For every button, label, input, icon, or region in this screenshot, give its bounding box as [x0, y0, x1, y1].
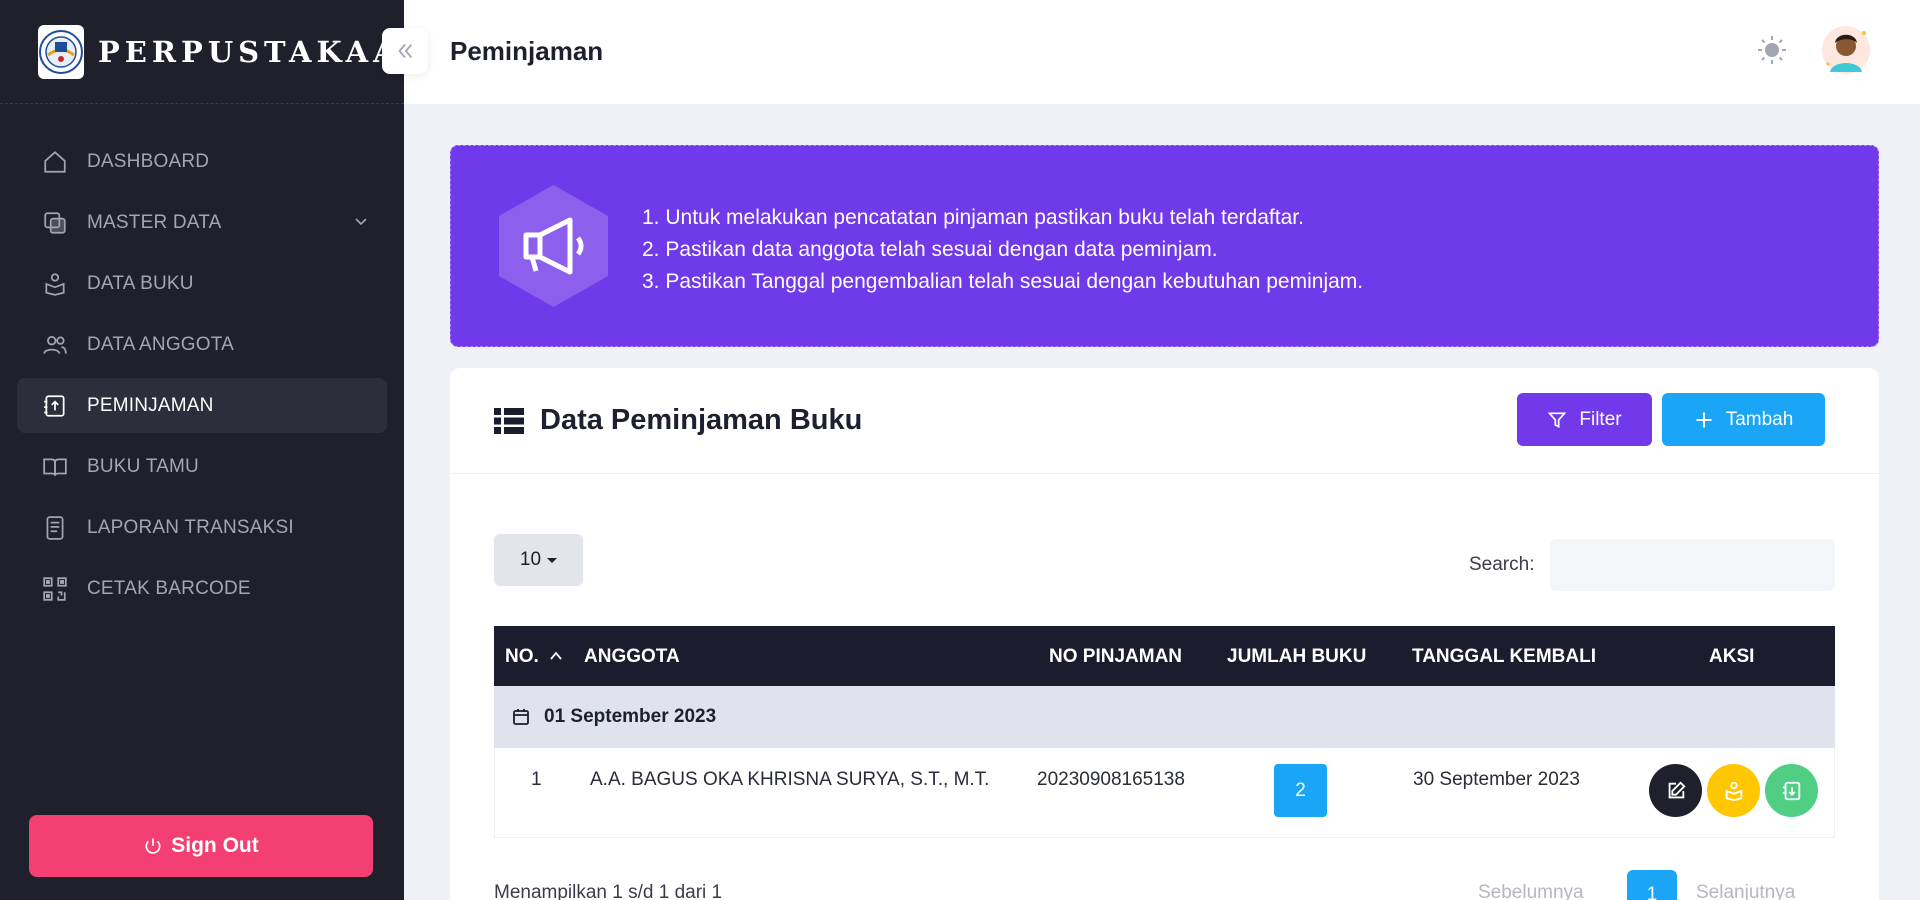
caret-down-icon — [547, 557, 558, 563]
sidebar-item-label: BUKU TAMU — [87, 455, 199, 477]
calendar-icon — [513, 709, 529, 725]
book-reader-icon — [1725, 781, 1742, 801]
upload-doc-icon — [41, 392, 69, 420]
edit-icon — [1668, 780, 1686, 798]
sidebar-item-label: DATA ANGGOTA — [87, 333, 235, 355]
column-header-no[interactable]: NO. — [505, 646, 539, 668]
loan-table: NO. ANGGOTA NO PINJAMAN JUMLAH BUKU TANG… — [494, 626, 1835, 838]
sign-out-label: Sign Out — [171, 834, 259, 857]
cell-no: 1 — [531, 769, 542, 790]
cell-no-pinjaman: 20230908165138 — [1037, 769, 1185, 790]
filter-label: Filter — [1579, 408, 1622, 430]
megaphone-icon — [496, 183, 611, 314]
edit-button[interactable] — [1649, 764, 1702, 817]
filter-icon — [1548, 412, 1567, 428]
filter-button[interactable]: Filter — [1517, 393, 1652, 446]
library-logo — [38, 24, 84, 79]
pagination-previous[interactable]: Sebelumnya — [1478, 882, 1584, 900]
double-chevron-left-icon — [398, 43, 413, 59]
page-title: Peminjaman — [450, 36, 604, 66]
sidebar-item-laporan-transaksi[interactable]: LAPORAN TRANSAKSI — [17, 500, 387, 555]
table-header: NO. ANGGOTA NO PINJAMAN JUMLAH BUKU TANG… — [494, 626, 1835, 686]
qrcode-icon — [41, 575, 69, 603]
banner-note: 3. Pastikan Tanggal pengembalian telah s… — [642, 270, 1364, 293]
chevron-down-icon — [353, 213, 369, 235]
column-header-anggota[interactable]: ANGGOTA — [584, 646, 680, 668]
sign-out-button[interactable]: Sign Out — [29, 815, 373, 877]
open-book-icon — [41, 453, 69, 481]
card-title-text: Data Peminjaman Buku — [540, 404, 863, 436]
list-icon — [494, 407, 524, 434]
book-detail-button[interactable] — [1707, 764, 1760, 817]
sidebar-nav: DASHBOARD MASTER DATA DATA BUKU DATA ANG… — [0, 104, 404, 616]
layers-icon — [41, 209, 69, 237]
sidebar-item-buku-tamu[interactable]: BUKU TAMU — [17, 439, 387, 494]
date-group-row: 01 September 2023 — [494, 686, 1835, 748]
brand: PERPUSTAKAAN — [0, 0, 427, 104]
banner-note: 1. Untuk melakukan pencatatan pinjaman p… — [642, 206, 1304, 229]
sidebar-item-label: PEMINJAMAN — [87, 394, 214, 416]
table-row: 1 A.A. BAGUS OKA KHRISNA SURYA, S.T., M.… — [494, 748, 1835, 838]
sidebar-item-label: CETAK BARCODE — [87, 577, 251, 599]
sidebar-item-label: DASHBOARD — [87, 150, 210, 172]
search-label: Search: — [1469, 554, 1535, 575]
sun-icon[interactable] — [1756, 34, 1788, 71]
sidebar-item-master-data[interactable]: MASTER DATA — [17, 195, 387, 250]
group-date: 01 September 2023 — [544, 706, 717, 727]
banner-notes: 1. Untuk melakukan pencatatan pinjaman p… — [642, 202, 1363, 298]
cell-anggota: A.A. BAGUS OKA KHRISNA SURYA, S.T., M.T. — [590, 769, 990, 790]
add-label: Tambah — [1725, 408, 1794, 430]
table-info: Menampilkan 1 s/d 1 dari 1 — [494, 882, 723, 900]
card-title: Data Peminjaman Buku — [494, 404, 862, 437]
book-reader-icon — [41, 270, 69, 298]
pagination-page-1[interactable]: 1 — [1627, 870, 1677, 900]
book-count-badge[interactable]: 2 — [1274, 764, 1327, 817]
sort-up-icon — [550, 651, 562, 660]
page-length-value: 10 — [519, 549, 542, 570]
sidebar-item-label: LAPORAN TRANSAKSI — [87, 516, 294, 538]
sidebar-item-label: MASTER DATA — [87, 211, 222, 233]
cell-tanggal-kembali: 30 September 2023 — [1413, 769, 1580, 790]
sidebar-item-dashboard[interactable]: DASHBOARD — [17, 134, 387, 189]
sidebar-item-data-anggota[interactable]: DATA ANGGOTA — [17, 317, 387, 372]
page-length-select[interactable]: 10 — [494, 534, 583, 586]
add-loan-button[interactable]: Tambah — [1662, 393, 1825, 446]
document-icon — [41, 514, 69, 542]
sidebar-item-data-buku[interactable]: DATA BUKU — [17, 256, 387, 311]
sidebar-item-peminjaman[interactable]: PEMINJAMAN — [17, 378, 387, 433]
power-icon — [145, 838, 161, 854]
top-header: Peminjaman — [404, 0, 1920, 104]
column-header-no-pinjaman[interactable]: NO PINJAMAN — [1049, 646, 1182, 668]
return-button[interactable] — [1765, 764, 1818, 817]
pagination-next[interactable]: Selanjutnya — [1696, 882, 1795, 900]
column-header-tanggal-kembali[interactable]: TANGGAL KEMBALI — [1412, 646, 1596, 668]
download-doc-icon — [1782, 781, 1800, 800]
info-banner: 1. Untuk melakukan pencatatan pinjaman p… — [450, 145, 1879, 347]
loan-data-card: Data Peminjaman Buku Filter Tambah 10 Se… — [450, 368, 1879, 900]
sidebar-collapse-button[interactable] — [382, 28, 428, 74]
plus-icon — [1696, 412, 1712, 427]
column-header-aksi: AKSI — [1709, 646, 1755, 667]
sidebar-item-cetak-barcode[interactable]: CETAK BARCODE — [17, 561, 387, 616]
sidebar: PERPUSTAKAAN DASHBOARD MASTER DATA DATA … — [0, 0, 427, 900]
home-icon — [41, 148, 69, 176]
sidebar-item-label: DATA BUKU — [87, 272, 194, 294]
column-header-jumlah-buku[interactable]: JUMLAH BUKU — [1227, 646, 1366, 668]
avatar[interactable] — [1820, 24, 1872, 76]
users-icon — [41, 331, 69, 359]
search-input[interactable] — [1550, 539, 1835, 591]
card-header: Data Peminjaman Buku Filter Tambah — [450, 368, 1879, 474]
banner-note: 2. Pastikan data anggota telah sesuai de… — [642, 238, 1218, 261]
